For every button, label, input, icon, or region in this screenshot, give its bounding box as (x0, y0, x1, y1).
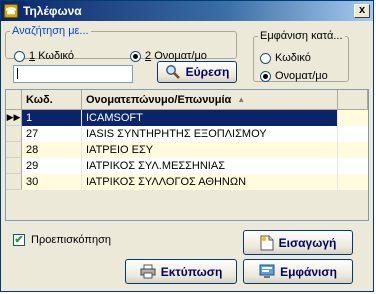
cell-code[interactable]: 30 (22, 174, 82, 190)
search-input[interactable] (13, 65, 133, 83)
new-document-icon (260, 235, 274, 250)
view-by-legend: Εμφάνιση κατά... (260, 30, 343, 42)
radio-search-code-key: 1 (29, 50, 36, 62)
text-caret (17, 68, 18, 79)
cell-name[interactable]: ΙASIS ΣΥΝΤΗΡΗΤΗΣ ΕΞΟΠΛΙΣΜΟΥ (82, 126, 338, 142)
table-row[interactable]: ▶▶ 1 ICAMSOFT (6, 110, 368, 126)
show-button[interactable]: Εμφάνιση (243, 259, 353, 284)
cell-empty (338, 174, 368, 190)
title-bar[interactable]: ☎ Τηλέφωνα x (1, 1, 373, 21)
phones-window: ☎ Τηλέφωνα x Αναζήτηση με... 1 Κωδικό 2 … (0, 0, 374, 292)
table-row[interactable]: 29 ΙΑΤΡΙΚΟΣ ΣΥΛ.ΜΕΣΣΗΝΙΑΣ (6, 158, 368, 174)
screen-preview-icon (259, 264, 275, 278)
cell-code[interactable]: 27 (22, 126, 82, 142)
phones-grid[interactable]: Κωδ. Ονοματεπώνυμο/Επωνυμία ▲ ▶▶ 1 ICAMSO… (5, 89, 369, 221)
row-selector[interactable]: ▶▶ (6, 110, 22, 126)
cell-code[interactable]: 1 (22, 110, 82, 126)
column-header-name[interactable]: Ονοματεπώνυμο/Επωνυμία ▲ (82, 90, 338, 110)
preview-label: Προεπισκόπηση (31, 234, 111, 246)
search-by-legend: Αναζήτηση με... (12, 25, 89, 37)
radio-view-name[interactable]: Ονοματ/μο (260, 70, 328, 82)
close-button[interactable]: x (354, 4, 370, 18)
cell-code[interactable]: 28 (22, 142, 82, 158)
window-title: Τηλέφωνα (23, 4, 82, 18)
cell-empty (338, 158, 368, 174)
insert-button-label: Εισαγωγή (278, 235, 337, 250)
column-header-code-label: Κωδ. (26, 93, 53, 106)
table-row[interactable]: 30 ΙΑΤΡΙΚΟΣ ΣΥΛΛΟΓΟΣ ΑΘΗΝΩΝ (6, 174, 368, 190)
column-header-code[interactable]: Κωδ. (22, 90, 82, 110)
checkbox-checked[interactable]: ✔ (13, 234, 25, 246)
app-icon: ☎ (4, 4, 18, 18)
radio-search-code[interactable]: 1 Κωδικό (14, 50, 74, 62)
magnifier-icon (165, 65, 180, 79)
cell-name[interactable]: ICAMSOFT (82, 110, 338, 126)
current-row-arrow-icon: ▶▶ (6, 112, 21, 122)
search-button-label: Εύρεση (185, 65, 230, 79)
radio-circle (14, 50, 25, 62)
printer-icon (140, 264, 156, 279)
cell-code[interactable]: 29 (22, 158, 82, 174)
column-header-name-label: Ονοματεπώνυμο/Επωνυμία (86, 93, 232, 106)
radio-view-code-label: Κωδικό (275, 52, 311, 64)
row-selector[interactable] (6, 142, 22, 158)
row-selector[interactable] (6, 174, 22, 190)
show-button-label: Εμφάνιση (280, 264, 337, 279)
search-button[interactable]: Εύρεση (157, 61, 237, 83)
radio-circle-selected (130, 50, 141, 62)
cell-empty (338, 110, 368, 126)
view-by-group: Εμφάνιση κατά... Κωδικό Ονοματ/μο (253, 30, 349, 82)
print-button-label: Εκτύπωση (160, 264, 223, 279)
grid-header: Κωδ. Ονοματεπώνυμο/Επωνυμία ▲ (6, 90, 368, 110)
search-by-group: Αναζήτηση με... 1 Κωδικό 2 Ονοματ/μο (5, 25, 237, 62)
insert-button[interactable]: Εισαγωγή (243, 230, 353, 255)
cell-empty (338, 126, 368, 142)
row-selector[interactable] (6, 126, 22, 142)
radio-circle-selected (260, 70, 271, 82)
header-row-selector (6, 90, 22, 110)
cell-name[interactable]: ΙΑΤΡΕΙΟ ΕΣΥ (82, 142, 338, 158)
cell-empty (338, 142, 368, 158)
radio-view-name-label: Ονοματ/μο (275, 70, 328, 82)
radio-circle (260, 52, 271, 64)
cell-name[interactable]: ΙΑΤΡΙΚΟΣ ΣΥΛ.ΜΕΣΣΗΝΙΑΣ (82, 158, 338, 174)
row-selector[interactable] (6, 158, 22, 174)
sort-ascending-icon: ▲ (237, 95, 246, 104)
radio-view-code[interactable]: Κωδικό (260, 52, 311, 64)
cell-name[interactable]: ΙΑΤΡΙΚΟΣ ΣΥΛΛΟΓΟΣ ΑΘΗΝΩΝ (82, 174, 338, 190)
radio-search-name-key: 2 (145, 50, 152, 62)
table-row[interactable]: 27 ΙASIS ΣΥΝΤΗΡΗΤΗΣ ΕΞΟΠΛΙΣΜΟΥ (6, 126, 368, 142)
preview-checkbox[interactable]: ✔ Προεπισκόπηση (13, 234, 111, 246)
column-header-empty (338, 90, 368, 110)
table-row[interactable]: 28 ΙΑΤΡΕΙΟ ΕΣΥ (6, 142, 368, 158)
grid-rows: ▶▶ 1 ICAMSOFT 27 ΙASIS ΣΥΝΤΗΡΗΤΗΣ ΕΞΟΠΛΙ… (6, 110, 368, 190)
radio-search-code-label: Κωδικό (38, 50, 75, 62)
print-button[interactable]: Εκτύπωση (125, 259, 237, 284)
